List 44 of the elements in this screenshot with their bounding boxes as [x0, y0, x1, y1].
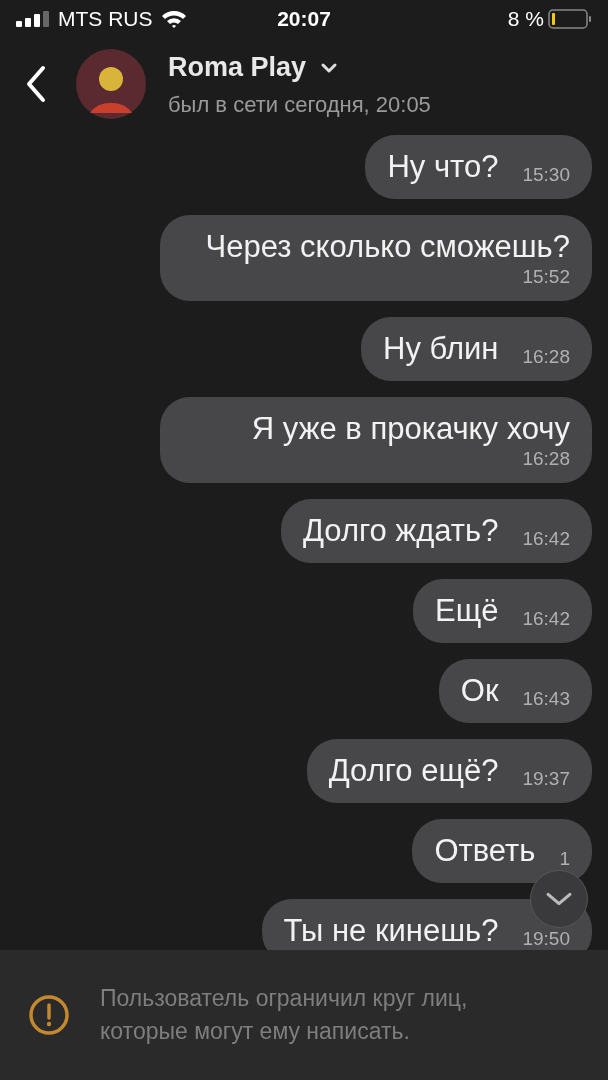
chevron-down-icon[interactable]: [320, 61, 339, 74]
contact-name[interactable]: Roma Play: [168, 47, 307, 88]
message-text: Ты не кинешь?: [283, 912, 499, 950]
back-icon: [25, 65, 47, 103]
message-text: Долго ещё?: [328, 752, 499, 790]
message-bubble[interactable]: Через сколько сможешь? 15:52: [160, 215, 592, 301]
message-time: 16:43: [522, 688, 570, 710]
clock-time: 20:07: [276, 6, 332, 33]
message-text: Долго ждать?: [303, 512, 499, 550]
restriction-notice: Пользователь ограничил круг лиц, которые могут ему написать.: [100, 984, 469, 1046]
message-time: 15:30: [522, 164, 570, 186]
message-time: 16:28: [522, 448, 570, 470]
signal-icon: [16, 11, 50, 27]
last-seen-status: был в сети сегодня, 20:05: [168, 90, 431, 119]
battery-icon: [548, 9, 592, 29]
message-time: 19:37: [522, 768, 570, 790]
chevron-down-icon: [545, 891, 573, 907]
message-text: Через сколько сможешь?: [205, 228, 570, 266]
message-bubble[interactable]: Ты не кинешь? 19:50: [261, 899, 592, 950]
message-bubble[interactable]: Я уже в прокачку хочу 16:28: [160, 397, 592, 483]
message-time: 15:52: [522, 266, 570, 288]
message-time: 19:50: [522, 928, 570, 950]
message-text: Ещё: [435, 592, 499, 630]
message-time: 1: [559, 848, 570, 870]
wifi-icon: [160, 9, 187, 29]
message-text: Я уже в прокачку хочу: [251, 410, 570, 448]
warning-icon: [28, 994, 70, 1036]
message-bubble[interactable]: Ок 16:43: [438, 659, 592, 723]
message-bubble[interactable]: Ну что? 15:30: [365, 135, 592, 199]
message-bubble[interactable]: Ещё 16:42: [413, 579, 592, 643]
message-time: 16:42: [522, 608, 570, 630]
message-bubble[interactable]: Ну блин 16:28: [361, 317, 592, 381]
message-time: 16:28: [522, 346, 570, 368]
avatar[interactable]: [76, 49, 146, 119]
message-text: Ну что?: [387, 148, 499, 186]
carrier-name: MTS RUS: [58, 6, 153, 33]
message-text: Ок: [460, 672, 499, 710]
message-text: Ответь: [434, 832, 536, 870]
message-bubble[interactable]: Долго ещё? 19:37: [306, 739, 592, 803]
message-bubble[interactable]: Долго ждать? 16:42: [281, 499, 592, 563]
battery-percent: 8 %: [507, 6, 544, 33]
message-time: 16:42: [522, 528, 570, 550]
message-text: Ну блин: [383, 330, 499, 368]
message-bubble[interactable]: Ответь 1: [412, 819, 592, 883]
